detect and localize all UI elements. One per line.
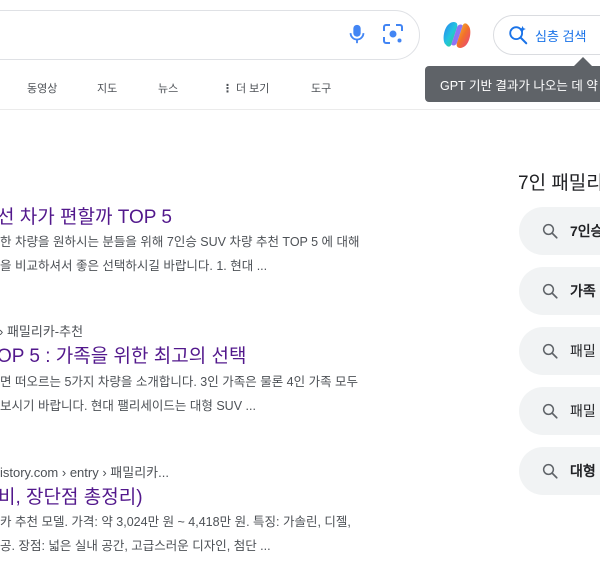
result-title-3[interactable]: 비, 장단점 총정리) xyxy=(0,486,143,510)
tab-videos[interactable]: 동영상 xyxy=(27,80,57,96)
related-search-label: 7인승 xyxy=(570,223,600,239)
related-search-label: 가족 xyxy=(570,283,596,299)
result-snippet-3-line-2: 공. 장점: 넓은 실내 공간, 고급스러운 디자인, 첨단 ... xyxy=(0,539,271,553)
tab-more[interactable]: ⋮ 더 보기 xyxy=(222,80,269,96)
tab-maps[interactable]: 지도 xyxy=(97,80,117,96)
tooltip-text: GPT 기반 결과가 나오는 데 약 xyxy=(440,78,598,93)
result-snippet-3-line-1: 카 추천 모델. 가격: 약 3,024만 원 ~ 4,418만 원. 특징: … xyxy=(0,515,351,529)
search-icon xyxy=(542,463,558,479)
related-search-chip[interactable]: 가족 xyxy=(519,267,600,315)
tab-news[interactable]: 뉴스 xyxy=(158,80,178,96)
search-icon xyxy=(542,283,558,299)
tooltip: GPT 기반 결과가 나오는 데 약 xyxy=(425,66,600,102)
tabs-divider xyxy=(0,109,600,110)
related-searches-heading: 7인 패밀리 xyxy=(518,173,600,194)
result-title-2[interactable]: OP 5 : 가족을 위한 최고의 선택 xyxy=(0,345,246,369)
related-search-label: 패밀 xyxy=(570,343,596,359)
deep-search-button[interactable]: 심층 검색 xyxy=(493,15,600,55)
result-breadcrumb-3[interactable]: istory.com › entry › 패밀리카... xyxy=(0,462,169,481)
deep-search-label: 심층 검색 xyxy=(535,28,587,44)
result-snippet-2-line-2: 보시기 바랍니다. 현대 팰리세이드는 대형 SUV ... xyxy=(0,399,256,413)
deep-search-icon xyxy=(509,25,528,45)
result-snippet-2-line-1: 면 떠오르는 5가지 차량을 소개합니다. 3인 가족은 물론 4인 가족 모두 xyxy=(0,375,359,389)
tab-more-label: 더 보기 xyxy=(236,83,270,95)
result-title-1[interactable]: 선 차가 편할까 TOP 5 xyxy=(0,206,172,230)
result-breadcrumb-2[interactable]: › 패밀리카-추천 xyxy=(0,321,83,340)
copilot-icon[interactable] xyxy=(438,16,476,54)
microphone-icon[interactable] xyxy=(346,22,368,46)
tab-tools[interactable]: 도구 xyxy=(311,80,331,96)
search-icon xyxy=(542,223,558,239)
search-icon xyxy=(542,343,558,359)
search-icon xyxy=(542,403,558,419)
related-search-label: 패밀 xyxy=(570,403,596,419)
search-results-page: 심층 검색 GPT 기반 결과가 나오는 데 약 동영상 지도 뉴스 ⋮ 더 보기… xyxy=(0,0,600,575)
related-search-chip[interactable]: 7인승 xyxy=(519,207,600,255)
more-vert-icon: ⋮ xyxy=(222,83,233,95)
related-search-chip[interactable]: 패밀 xyxy=(519,327,600,375)
related-search-chip[interactable]: 대형 xyxy=(519,447,600,495)
related-search-label: 대형 xyxy=(570,463,596,479)
related-search-chip[interactable]: 패밀 xyxy=(519,387,600,435)
result-snippet-1-line-2: 을 비교하셔서 좋은 선택하시길 바랍니다. 1. 현대 ... xyxy=(0,259,268,273)
camera-lens-icon[interactable] xyxy=(381,22,405,46)
result-snippet-1-line-1: 한 차량을 원하시는 분들을 위해 7인승 SUV 차량 추천 TOP 5 에 … xyxy=(0,235,360,249)
tooltip-arrow xyxy=(574,57,592,66)
